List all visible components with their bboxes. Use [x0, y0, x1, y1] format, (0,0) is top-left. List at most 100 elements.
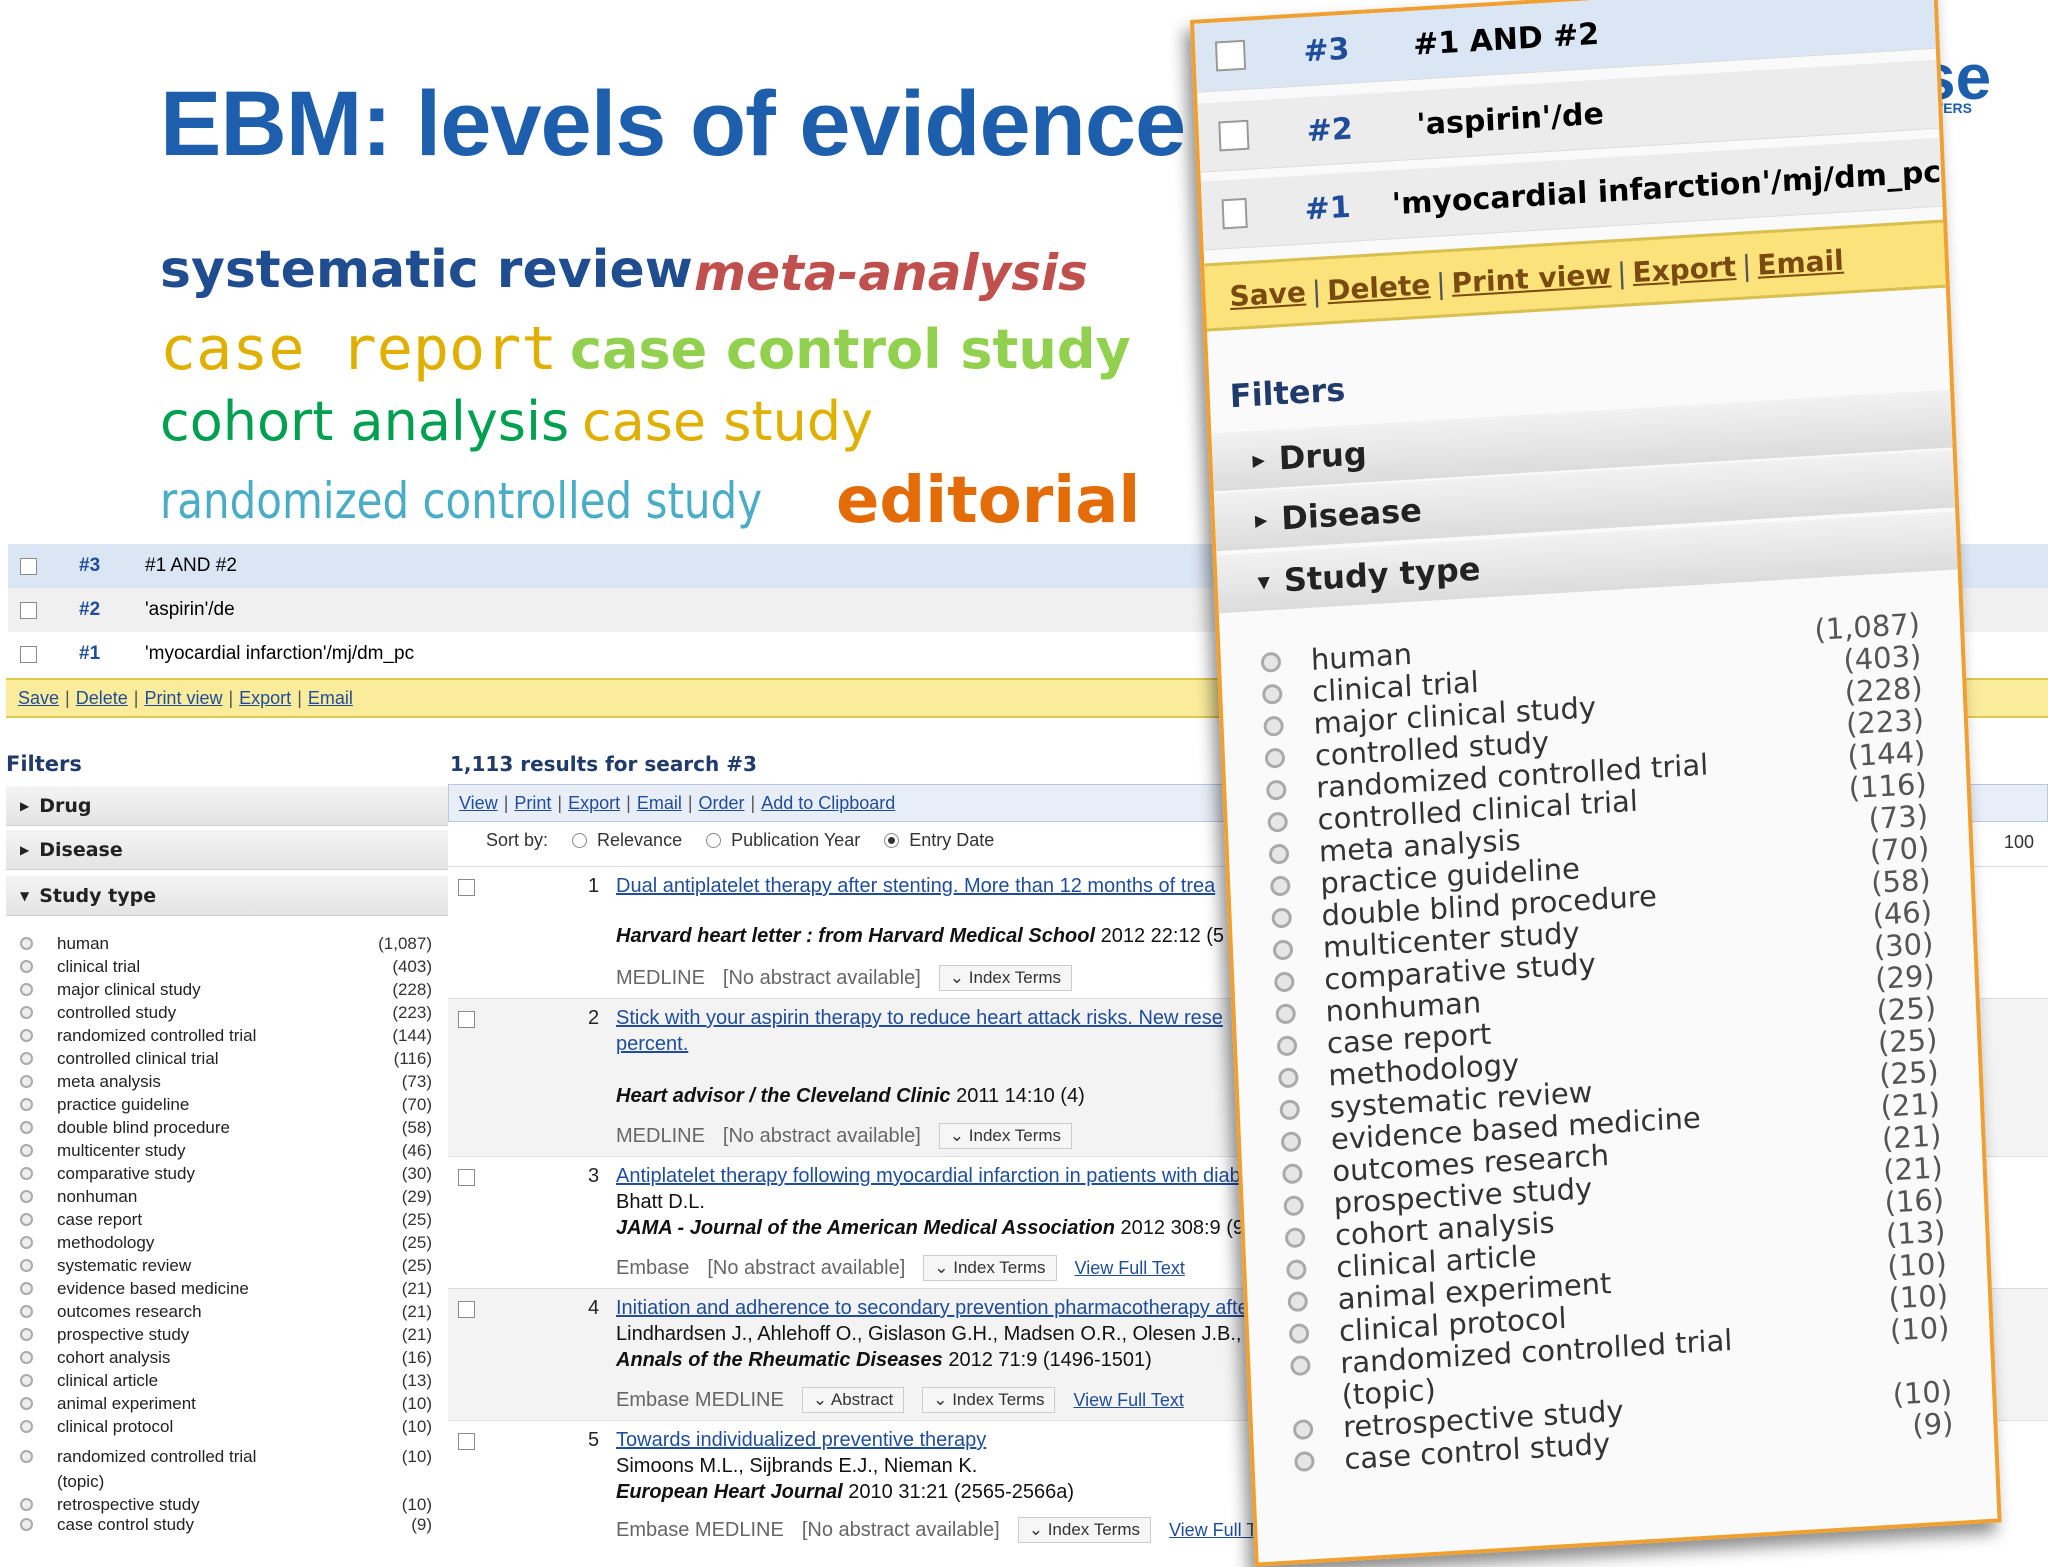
result-title-link[interactable]: Towards individualized preventive therap…	[616, 1429, 986, 1452]
page-size-value[interactable]: 100	[2004, 832, 2034, 853]
save-link[interactable]: Save	[18, 688, 59, 709]
filter-circle-icon	[20, 1167, 33, 1180]
sort-option-label: Relevance	[597, 830, 683, 850]
study-type-item[interactable]: methodology (25)	[20, 1231, 432, 1254]
result-sources: Embase [No abstract available] ⌄ Index T…	[616, 1255, 1185, 1281]
study-type-item[interactable]: outcomes research (21)	[20, 1300, 432, 1323]
result-number: 5	[588, 1429, 600, 1451]
history-checkbox[interactable]	[1221, 197, 1248, 230]
study-type-item[interactable]: double blind procedure (58)	[20, 1116, 432, 1139]
result-checkbox[interactable]	[458, 1011, 475, 1028]
result-number: 1	[588, 875, 600, 897]
view-link[interactable]: View	[459, 793, 498, 814]
history-checkbox[interactable]	[20, 557, 37, 575]
delete-link[interactable]: Delete	[1326, 268, 1430, 307]
export-link[interactable]: Export	[568, 793, 620, 814]
study-type-item[interactable]: cohort analysis (16)	[20, 1346, 432, 1369]
index-terms-button[interactable]: ⌄ Index Terms	[922, 1387, 1056, 1413]
sort-publication-year-radio[interactable]	[706, 833, 722, 848]
study-type-item[interactable]: case report (25)	[20, 1208, 432, 1231]
result-source: MEDLINE	[616, 966, 705, 989]
study-type-item[interactable]: multicenter study (46)	[20, 1139, 432, 1162]
sort-relevance-radio[interactable]	[572, 833, 588, 848]
study-type-item[interactable]: nonhuman (29)	[20, 1185, 432, 1208]
study-type-count: (46)	[401, 1140, 432, 1160]
chevron-down-icon: ⌄	[949, 1126, 969, 1145]
view-full-text-link[interactable]: View Full Text	[1073, 1390, 1183, 1411]
study-type-item[interactable]: practice guideline (70)	[20, 1093, 432, 1116]
filter-circle-icon	[20, 1374, 33, 1387]
export-link[interactable]: Export	[239, 688, 291, 709]
study-type-item[interactable]: systematic review (25)	[20, 1254, 432, 1277]
sort-option-label: Publication Year	[731, 830, 861, 850]
history-checkbox[interactable]	[20, 601, 37, 619]
abstract-button[interactable]: ⌄ Abstract	[801, 1387, 905, 1413]
study-type-item[interactable]: clinical article (13)	[20, 1369, 432, 1392]
study-type-item[interactable]: case control study (9)	[20, 1513, 432, 1536]
result-title-link[interactable]: Antiplatelet therapy following myocardia…	[616, 1165, 1241, 1188]
result-checkbox[interactable]	[458, 1169, 475, 1186]
filter-circle-icon	[1277, 1067, 1299, 1089]
study-type-item[interactable]: major clinical study (228)	[20, 978, 432, 1001]
result-journal: Heart advisor / the Cleveland Clinic	[616, 1085, 951, 1107]
facet-drug[interactable]: ▶ Drug	[6, 786, 448, 826]
study-type-count: (228)	[392, 979, 432, 999]
order-link[interactable]: Order	[699, 793, 745, 814]
index-terms-button[interactable]: ⌄ Index Terms	[923, 1255, 1057, 1281]
study-type-item: (topic)	[20, 1470, 432, 1493]
study-type-item[interactable]: clinical protocol (10)	[20, 1415, 432, 1438]
study-type-item[interactable]: randomized controlled trial (144)	[20, 1024, 432, 1047]
result-title-link[interactable]: Stick with your aspirin therapy to reduc…	[616, 1007, 1223, 1030]
study-type-item[interactable]: controlled clinical trial (116)	[20, 1047, 432, 1070]
result-title-link[interactable]: Initiation and adherence to secondary pr…	[616, 1297, 1268, 1320]
index-terms-button[interactable]: ⌄ Index Terms	[938, 965, 1073, 991]
filter-circle-icon	[20, 1305, 33, 1318]
result-abstract: [No abstract available]	[722, 1124, 921, 1147]
print-view-link[interactable]: Print view	[144, 688, 222, 709]
result-title-link-cont[interactable]: percent.	[616, 1033, 688, 1056]
print-view-link[interactable]: Print view	[1451, 257, 1612, 299]
result-sources: MEDLINE [No abstract available] ⌄ Index …	[616, 1123, 1073, 1149]
index-terms-button[interactable]: ⌄ Index Terms	[938, 1123, 1073, 1149]
filter-circle-icon	[20, 937, 33, 950]
study-type-item[interactable]: animal experiment (10)	[20, 1392, 432, 1415]
study-type-label: controlled clinical trial	[57, 1048, 219, 1068]
history-number: #2	[1306, 111, 1354, 149]
study-type-item[interactable]: randomized controlled trial (10)	[20, 1445, 432, 1468]
result-title-link[interactable]: Dual antiplatelet therapy after stenting…	[616, 875, 1215, 898]
print-link[interactable]: Print	[514, 793, 551, 814]
result-checkbox[interactable]	[458, 879, 475, 896]
result-checkbox[interactable]	[458, 1301, 475, 1318]
result-citation: JAMA - Journal of the American Medical A…	[616, 1217, 1244, 1240]
delete-link[interactable]: Delete	[76, 688, 128, 709]
study-type-item[interactable]: human (1,087)	[20, 932, 432, 955]
study-type-item[interactable]: prospective study (21)	[20, 1323, 432, 1346]
sort-entry-date-radio[interactable]	[884, 833, 900, 848]
facet-study-type[interactable]: ▼ Study type	[6, 876, 448, 916]
study-type-label: randomized controlled trial	[57, 1025, 257, 1045]
result-checkbox[interactable]	[458, 1433, 475, 1450]
study-type-count: (16)	[401, 1347, 432, 1367]
history-number: #3	[1302, 31, 1351, 69]
history-checkbox[interactable]	[20, 645, 37, 663]
study-type-item[interactable]: controlled study (223)	[20, 1001, 432, 1024]
history-checkbox[interactable]	[1218, 119, 1250, 152]
view-full-text-link[interactable]: View Full Text	[1075, 1258, 1185, 1279]
email-link[interactable]: Email	[308, 688, 353, 709]
study-type-item[interactable]: comparative study (30)	[20, 1162, 432, 1185]
index-terms-button[interactable]: ⌄ Index Terms	[1017, 1517, 1151, 1543]
add-to-clipboard-link[interactable]: Add to Clipboard	[761, 793, 895, 814]
export-link[interactable]: Export	[1632, 250, 1737, 289]
filter-circle-icon	[1268, 843, 1290, 865]
study-type-item[interactable]: evidence based medicine (21)	[20, 1277, 432, 1300]
filter-circle-icon	[1267, 811, 1289, 833]
facet-disease[interactable]: ▶ Disease	[6, 830, 448, 870]
study-type-item[interactable]: meta analysis (73)	[20, 1070, 432, 1093]
result-citation: European Heart Journal 2010 31:21 (2565-…	[616, 1481, 1074, 1504]
email-link[interactable]: Email	[1757, 243, 1845, 281]
history-query: 'myocardial infarction'/mj/dm_pc	[1391, 154, 1942, 222]
history-checkbox[interactable]	[1214, 39, 1247, 72]
email-link[interactable]: Email	[637, 793, 682, 814]
save-link[interactable]: Save	[1229, 275, 1307, 312]
study-type-item[interactable]: clinical trial (403)	[20, 955, 432, 978]
